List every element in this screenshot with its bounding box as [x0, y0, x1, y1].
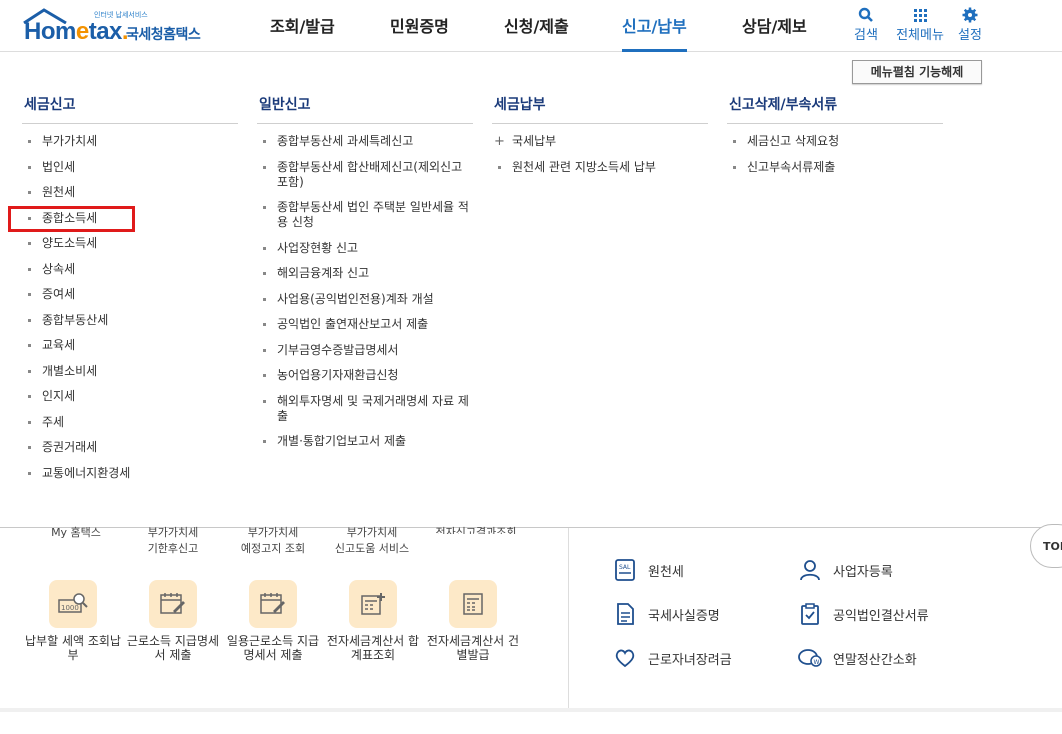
search-button[interactable]: 검색 — [842, 6, 890, 43]
menu-item-report-delete-request[interactable]: 세금신고 삭제요청 — [727, 134, 943, 149]
heart-hands-icon — [615, 649, 635, 668]
tile-daily-wage-statement[interactable]: 일용근로소득 지급명세서 제출 — [223, 580, 323, 662]
tile-wage-statement-submit[interactable]: 근로소득 지급명세서 제출 — [123, 580, 223, 662]
clipboard-check-icon — [801, 603, 819, 625]
menu-column-tax-report: 세금신고 부가가치세 법인세 원천세 종합소득세 양도소득세 상속세 증여세 종… — [22, 94, 238, 491]
mega-menu-panel: 메뉴펼침 기능해제 세금신고 부가가치세 법인세 원천세 종합소득세 양도소득세… — [0, 52, 1062, 528]
calculator-plus-icon — [361, 593, 385, 615]
document-icon — [617, 603, 634, 625]
menu-item-attachment-submit[interactable]: 신고부속서류제출 — [727, 160, 943, 175]
menu-item-national-tax-payment[interactable]: 국세납부 — [492, 134, 708, 149]
income-tax-highlight-box — [8, 206, 135, 232]
main-content-background: My 홈택스 부가가치세 기한후신고 부가가치세 예정고지 조회 부가가치세 신… — [0, 524, 1062, 734]
tile-e-invoice-summary[interactable]: 전자세금계산서 합계표조회 — [323, 580, 423, 662]
menu-expand-disable-button[interactable]: 메뉴펼침 기능해제 — [852, 60, 982, 84]
column-divider — [568, 528, 569, 708]
svg-text:1000: 1000 — [61, 604, 79, 612]
menu-item-inheritance-tax[interactable]: 상속세 — [22, 262, 238, 277]
svg-text:W: W — [814, 659, 820, 666]
search-icon — [858, 7, 873, 22]
menu-item-gen-0[interactable]: 종합부동산세 과세특례신고 — [257, 134, 473, 149]
menu-item-gen-1[interactable]: 종합부동산세 합산배제신고(제외신고 포함) — [257, 160, 473, 190]
service-withholding-tax[interactable]: SAL 원천세 — [612, 556, 684, 584]
menu-column-tax-payment: 세금납부 국세납부 원천세 관련 지방소득세 납부 — [492, 94, 708, 185]
menu-item-securities-tax[interactable]: 증권거래세 — [22, 440, 238, 455]
svg-text:SAL: SAL — [619, 564, 631, 571]
calendar-edit-icon — [160, 593, 185, 614]
service-tax-fact-certificate[interactable]: 국세사실증명 — [612, 600, 720, 628]
footer-band — [0, 708, 1062, 712]
gear-icon — [962, 7, 978, 23]
menu-column-title: 일반신고 — [257, 94, 473, 124]
menu-column-report-delete: 신고삭제/부속서류 세금신고 삭제요청 신고부속서류제출 — [727, 94, 943, 185]
menu-column-title: 세금신고 — [22, 94, 238, 124]
menu-item-gen-10[interactable]: 개별·통합기업보고서 제출 — [257, 434, 473, 449]
menu-item-gen-3[interactable]: 사업장현황 신고 — [257, 241, 473, 256]
service-earned-income-credit[interactable]: 근로자녀장려금 — [612, 644, 732, 672]
nav-civil-certificate[interactable]: 민원증명 — [390, 0, 449, 52]
logo-korean-name: 국세청홈택스 — [126, 27, 201, 43]
won-chat-icon: W — [798, 649, 822, 667]
menu-item-gen-5[interactable]: 사업용(공익법인전용)계좌 개설 — [257, 292, 473, 307]
menu-column-general-report: 일반신고 종합부동산세 과세특례신고 종합부동산세 합산배제신고(제외신고 포함… — [257, 94, 473, 460]
menu-column-title: 신고삭제/부속서류 — [727, 94, 943, 124]
menu-item-gen-2[interactable]: 종합부동산세 법인 주택분 일반세율 적용 신청 — [257, 200, 473, 230]
menu-item-excise-tax[interactable]: 개별소비세 — [22, 364, 238, 379]
menu-item-gen-7[interactable]: 기부금영수증발급명세서 — [257, 343, 473, 358]
menu-item-local-income-tax-payment[interactable]: 원천세 관련 지방소득세 납부 — [492, 160, 708, 175]
menu-item-property-tax[interactable]: 종합부동산세 — [22, 313, 238, 328]
menu-item-stamp-tax[interactable]: 인지세 — [22, 389, 238, 404]
nav-application-submit[interactable]: 신청/제출 — [504, 0, 569, 52]
salary-document-icon: SAL — [615, 559, 635, 581]
menu-item-gen-9[interactable]: 해외투자명세 및 국제거래명세 자료 제출 — [257, 394, 473, 424]
menu-item-gen-6[interactable]: 공익법인 출연재산보고서 제출 — [257, 317, 473, 332]
nav-lookup-issue[interactable]: 조회/발급 — [270, 0, 335, 52]
menu-item-vat[interactable]: 부가가치세 — [22, 134, 238, 149]
grid-menu-icon — [914, 9, 927, 22]
nav-report-payment[interactable]: 신고/납부 — [622, 0, 687, 52]
nav-consult-report[interactable]: 상담/제보 — [742, 0, 807, 52]
all-menu-button[interactable]: 전체메뉴 — [896, 6, 944, 43]
calendar-edit-icon — [260, 593, 285, 614]
menu-item-energy-tax[interactable]: 교통에너지환경세 — [22, 466, 238, 481]
menu-item-liquor-tax[interactable]: 주세 — [22, 415, 238, 430]
menu-item-gen-8[interactable]: 농어업용기자재환급신청 — [257, 368, 473, 383]
menu-item-capital-gains-tax[interactable]: 양도소득세 — [22, 236, 238, 251]
vat-help-service-link[interactable]: 부가가치세 신고도움 서비스 — [322, 524, 422, 556]
scroll-top-button[interactable]: TOP — [1030, 524, 1062, 568]
menu-item-corporate-tax[interactable]: 법인세 — [22, 160, 238, 175]
tile-tax-payment-lookup[interactable]: 1000 납부할 세액 조회납부 — [23, 580, 123, 662]
menu-item-education-tax[interactable]: 교육세 — [22, 338, 238, 353]
logo-brand: Hometax. — [24, 18, 129, 45]
service-public-corp-settlement[interactable]: 공익법인결산서류 — [797, 600, 929, 628]
service-business-registration[interactable]: 사업자등록 — [797, 556, 893, 584]
menu-item-withholding-tax[interactable]: 원천세 — [22, 185, 238, 200]
tile-e-invoice-issue[interactable]: 전자세금계산서 건별발급 — [423, 580, 523, 662]
my-hometax-link[interactable]: My 홈택스 — [36, 524, 116, 538]
menu-item-gift-tax[interactable]: 증여세 — [22, 287, 238, 302]
settings-button[interactable]: 설정 — [946, 6, 994, 43]
settings-label: 설정 — [958, 28, 982, 43]
vat-notice-lookup-link[interactable]: 부가가치세 예정고지 조회 — [228, 524, 318, 556]
search-label: 검색 — [854, 28, 878, 43]
calculator-icon — [463, 593, 483, 615]
vat-late-report-link[interactable]: 부가가치세 기한후신고 — [130, 524, 216, 556]
site-header: 인터넷 납세서비스 Hometax. 국세청홈택스 조회/발급 민원증명 신청/… — [0, 0, 1062, 52]
menu-column-title: 세금납부 — [492, 94, 708, 124]
tax-search-icon: 1000 — [58, 593, 88, 613]
service-year-end-settlement[interactable]: W 연말정산간소화 — [797, 644, 917, 672]
person-icon — [800, 560, 820, 581]
hometax-logo[interactable]: 인터넷 납세서비스 Hometax. 국세청홈택스 — [22, 4, 212, 48]
all-menu-label: 전체메뉴 — [896, 28, 944, 43]
menu-item-gen-4[interactable]: 해외금융계좌 신고 — [257, 266, 473, 281]
e-report-result-link[interactable]: 전자신고결과조회 — [426, 524, 526, 534]
